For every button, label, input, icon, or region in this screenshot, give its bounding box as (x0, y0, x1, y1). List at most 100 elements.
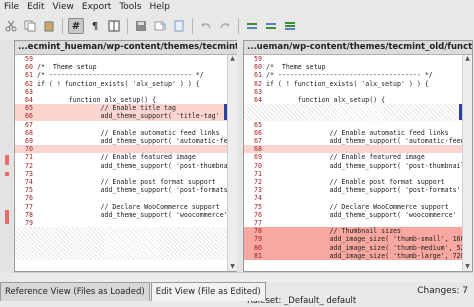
copy-to-edit-icon[interactable] (152, 18, 168, 34)
prev-diff-icon[interactable] (263, 18, 279, 34)
toolbar-separator (127, 18, 128, 34)
menu-tools[interactable]: Tools (118, 2, 142, 12)
line-number: 61 (25, 71, 33, 80)
code-line[interactable]: 62 if ( ! function_exists( 'alx_setup' ) … (244, 80, 462, 88)
code-line[interactable]: 74 (244, 194, 462, 202)
line-text: add_theme_support( 'woocommerce' ); (37, 210, 227, 219)
next-diff-icon[interactable] (244, 18, 260, 34)
line-text: add_theme_support( 'post-formats', array… (100, 186, 227, 195)
menu-edit[interactable]: Edit (26, 2, 45, 12)
scroll-up-icon[interactable]: ▲ (463, 55, 472, 63)
code-line[interactable] (15, 235, 227, 244)
line-number: 80 (254, 243, 262, 252)
line-number: 60 (25, 63, 33, 72)
right-vertical-scrollbar[interactable]: ▲ ▼ (462, 55, 472, 271)
menu-help[interactable]: Help (149, 2, 172, 12)
code-line[interactable]: 75 add_theme_support( 'post-formats', ar… (15, 186, 227, 194)
code-line[interactable]: 74 // Enable post format support (15, 178, 227, 186)
split-view-icon[interactable] (106, 18, 122, 34)
code-line[interactable] (15, 251, 227, 260)
code-line[interactable]: 75 // Declare WooCommerce support (244, 203, 462, 211)
code-line[interactable]: 68 // Enable automatic feed links (15, 129, 227, 137)
code-line[interactable] (15, 243, 227, 252)
save-icon[interactable] (133, 18, 149, 34)
code-line[interactable]: 80 add_image_size( 'thumb-medium', 520, … (244, 243, 462, 252)
code-line[interactable]: 73 add_theme_support( 'post-formats', ar… (244, 186, 462, 194)
right-code-view[interactable]: 59 60 /* Theme setup 61 /* -----------------… (244, 55, 462, 271)
code-line[interactable]: 59 (15, 55, 227, 63)
line-text: // Thumbnail sizes (266, 227, 401, 236)
code-line[interactable] (244, 112, 462, 121)
line-text: function alx_setup() { (37, 96, 157, 104)
paste-icon[interactable] (41, 18, 57, 34)
paste-to-edit-icon[interactable] (171, 18, 187, 34)
code-line[interactable]: 61 /* -----------------------------------… (244, 71, 462, 79)
tab-reference-view[interactable]: Reference View (Files as Loaded) (0, 282, 150, 301)
code-line[interactable]: 71 (244, 170, 462, 178)
line-number: 72 (254, 178, 262, 186)
code-line[interactable] (244, 104, 462, 113)
horizontal-scrollbar[interactable] (13, 272, 473, 282)
menu-file[interactable]: File (3, 2, 20, 12)
merge-icon[interactable] (282, 18, 298, 34)
scroll-down-icon[interactable]: ▼ (463, 263, 472, 271)
code-line[interactable]: 64 function alx_setup() { (244, 96, 462, 104)
line-number: 67 (25, 120, 33, 129)
show-whitespace-icon[interactable]: # (68, 18, 84, 34)
copy-icon[interactable] (22, 18, 38, 34)
code-line[interactable]: 69 add_theme_support( 'automatic-feed-li… (15, 137, 227, 145)
line-number: 59 (254, 55, 262, 63)
menu-export[interactable]: Export (81, 2, 112, 12)
code-line[interactable]: 69 // Enable featured image (244, 153, 462, 161)
scroll-down-icon[interactable]: ▼ (228, 263, 237, 271)
code-line[interactable]: 67 add_theme_support( 'automatic-feed-li… (244, 137, 462, 145)
redo-icon[interactable] (217, 18, 233, 34)
code-line[interactable]: 59 (244, 55, 462, 63)
code-line[interactable]: 81 add_image_size( 'thumb-large', 720, 3… (244, 251, 462, 260)
code-line[interactable]: 71 // Enable featured image (15, 153, 227, 161)
code-line[interactable]: 76 add_theme_support( 'woocommerce' ); (244, 211, 462, 219)
code-line[interactable]: 66 add_theme_support( 'title-tag' ); (15, 112, 227, 121)
code-line[interactable]: 60 /* Theme setup (244, 63, 462, 71)
code-line[interactable]: 72 // Enable post format support (244, 178, 462, 186)
code-line[interactable]: 63 (244, 88, 462, 96)
toolbar-separator (238, 18, 239, 34)
code-line[interactable]: 60 /* Theme setup (15, 63, 227, 71)
undo-icon[interactable] (198, 18, 214, 34)
left-code-view[interactable]: 59 60 /* Theme setup 61 /* -----------------… (15, 55, 227, 271)
code-line[interactable]: 67 (15, 121, 227, 129)
menu-view[interactable]: View (52, 2, 75, 12)
code-line[interactable]: 66 // Enable automatic feed links (244, 129, 462, 137)
code-line[interactable]: 64 function alx_setup() { (15, 96, 227, 104)
code-line[interactable]: 70 (15, 145, 227, 154)
code-line[interactable]: 65 // Enable title tag (15, 104, 227, 113)
line-number: 69 (254, 153, 262, 162)
show-linebreaks-icon[interactable]: ¶ (87, 18, 103, 34)
code-line[interactable]: 76 (15, 194, 227, 202)
diff-marker (5, 155, 9, 165)
line-text: /* ------------------------------------ … (266, 71, 433, 80)
code-line[interactable]: 65 (244, 121, 462, 129)
code-line[interactable]: 79 (15, 219, 227, 227)
code-line[interactable] (15, 227, 227, 236)
cut-icon[interactable] (3, 18, 19, 34)
tab-edit-view[interactable]: Edit View (File as Edited) (150, 282, 266, 301)
code-line[interactable]: 63 (15, 88, 227, 96)
line-number: 75 (254, 202, 262, 211)
code-line[interactable]: 70 add_theme_support( 'post-thumbnails' … (244, 162, 462, 170)
code-line[interactable]: 78 // Thumbnail sizes (244, 227, 462, 236)
line-number: 78 (25, 210, 33, 219)
scroll-up-icon[interactable]: ▲ (228, 55, 237, 63)
code-line[interactable]: 78 add_theme_support( 'woocommerce' ); (15, 211, 227, 219)
code-line[interactable]: 62 if ( ! function_exists( 'alx_setup' ) … (15, 80, 227, 88)
code-line[interactable]: 73 (15, 170, 227, 178)
code-line[interactable]: 79 add_image_size( 'thumb-small', 160, 1… (244, 235, 462, 244)
code-line[interactable]: 77 (244, 219, 462, 227)
code-line[interactable]: 61 /* -----------------------------------… (15, 71, 227, 79)
left-vertical-scrollbar[interactable]: ▲ ▼ (227, 55, 237, 271)
diff-overview-gutter[interactable] (0, 40, 13, 272)
code-line[interactable]: 77 // Declare WooCommerce support (15, 203, 227, 211)
line-text: /* Theme setup (37, 63, 97, 72)
code-line[interactable]: 68 (244, 145, 462, 154)
code-line[interactable]: 72 add_theme_support( 'post-thumbnails' … (15, 162, 227, 170)
